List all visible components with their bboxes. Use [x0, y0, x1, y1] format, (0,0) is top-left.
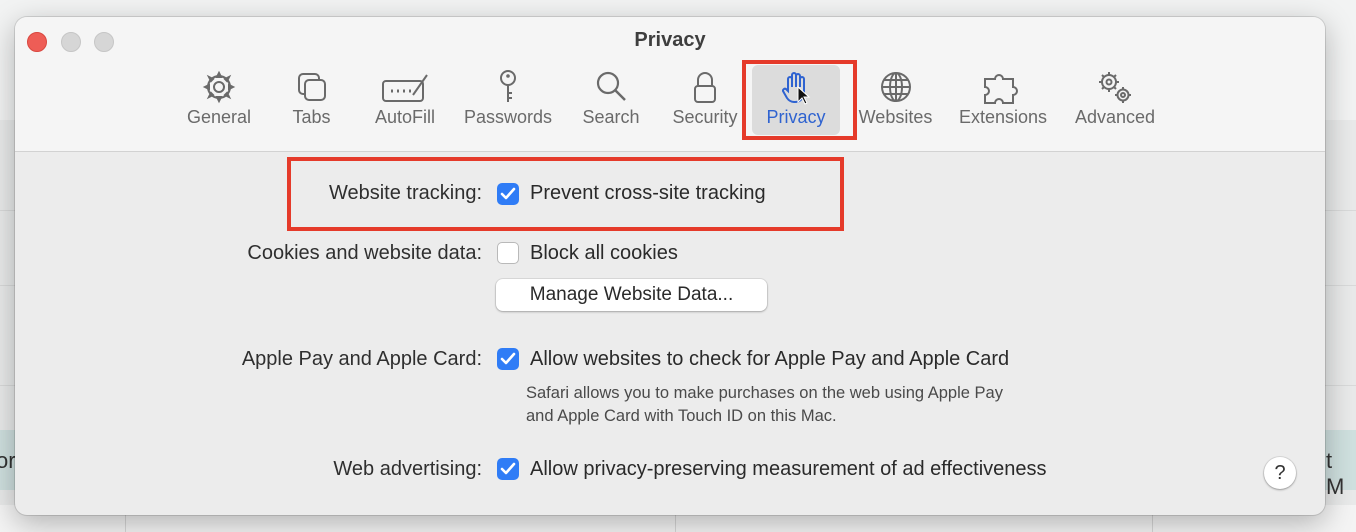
tab-autofill[interactable]: AutoFill — [365, 65, 445, 135]
tab-label: Passwords — [463, 107, 553, 127]
block-cookies-checkbox[interactable] — [497, 242, 519, 264]
tab-label: Advanced — [1074, 107, 1156, 127]
help-button[interactable]: ? — [1264, 457, 1296, 489]
block-cookies-label[interactable]: Block all cookies — [530, 242, 678, 265]
tab-label: Search — [582, 107, 640, 127]
tab-label: Extensions — [958, 107, 1048, 127]
tab-tabs[interactable]: Tabs — [280, 65, 343, 135]
gears-icon — [1099, 72, 1131, 103]
gear-icon — [202, 70, 236, 104]
checkmark-icon — [500, 352, 516, 365]
tab-advanced[interactable]: Advanced — [1067, 65, 1163, 135]
tab-general[interactable]: General — [180, 65, 258, 135]
tab-label: Tabs — [292, 107, 331, 127]
tab-label: Security — [672, 107, 738, 127]
checkmark-icon — [500, 462, 516, 475]
magnifier-icon — [596, 71, 626, 101]
background-right-text: t M — [1326, 448, 1345, 499]
tab-extensions[interactable]: Extensions — [953, 65, 1053, 135]
toolbar: Privacy General Tabs AutoFill Passwords … — [15, 17, 1325, 152]
tab-privacy[interactable]: Privacy — [752, 65, 840, 135]
tab-label: Privacy — [766, 107, 826, 127]
checkmark-icon — [500, 187, 516, 200]
apple-pay-note-line: Safari allows you to make purchases on t… — [526, 384, 1003, 402]
tab-security[interactable]: Security — [665, 65, 745, 135]
apple-pay-label: Apple Pay and Apple Card: — [241, 348, 482, 370]
tab-websites[interactable]: Websites — [853, 65, 938, 135]
ad-measurement-label[interactable]: Allow privacy-preserving measurement of … — [530, 458, 1047, 481]
autofill-icon — [382, 74, 428, 102]
apple-pay-note: Safari allows you to make purchases on t… — [526, 382, 1003, 428]
window-title: Privacy — [634, 29, 706, 51]
hand-icon — [782, 72, 811, 105]
background-left-text: or — [0, 448, 16, 473]
prevent-tracking-checkbox[interactable] — [497, 183, 519, 205]
key-icon — [500, 70, 516, 102]
tab-search[interactable]: Search — [576, 65, 646, 135]
tab-passwords[interactable]: Passwords — [460, 65, 556, 135]
apple-pay-option-label[interactable]: Allow websites to check for Apple Pay an… — [530, 348, 1009, 371]
manage-website-data-button[interactable]: Manage Website Data... — [496, 279, 767, 311]
lock-icon — [694, 72, 716, 103]
tabs-icon — [297, 73, 326, 101]
apple-pay-checkbox[interactable] — [497, 348, 519, 370]
preferences-window: Privacy General Tabs AutoFill Passwords … — [15, 17, 1325, 515]
website-tracking-label: Website tracking: — [328, 182, 482, 204]
globe-icon — [880, 72, 911, 102]
web-advertising-label: Web advertising: — [333, 458, 482, 480]
prevent-tracking-label[interactable]: Prevent cross-site tracking — [530, 182, 766, 205]
tab-label: AutoFill — [374, 107, 436, 127]
cookies-label: Cookies and website data: — [247, 242, 482, 264]
apple-pay-note-line: and Apple Card with Touch ID on this Mac… — [526, 407, 837, 425]
puzzle-icon — [984, 74, 1018, 104]
ad-measurement-checkbox[interactable] — [497, 458, 519, 480]
tab-label: Websites — [858, 107, 933, 127]
tab-label: General — [186, 107, 252, 127]
